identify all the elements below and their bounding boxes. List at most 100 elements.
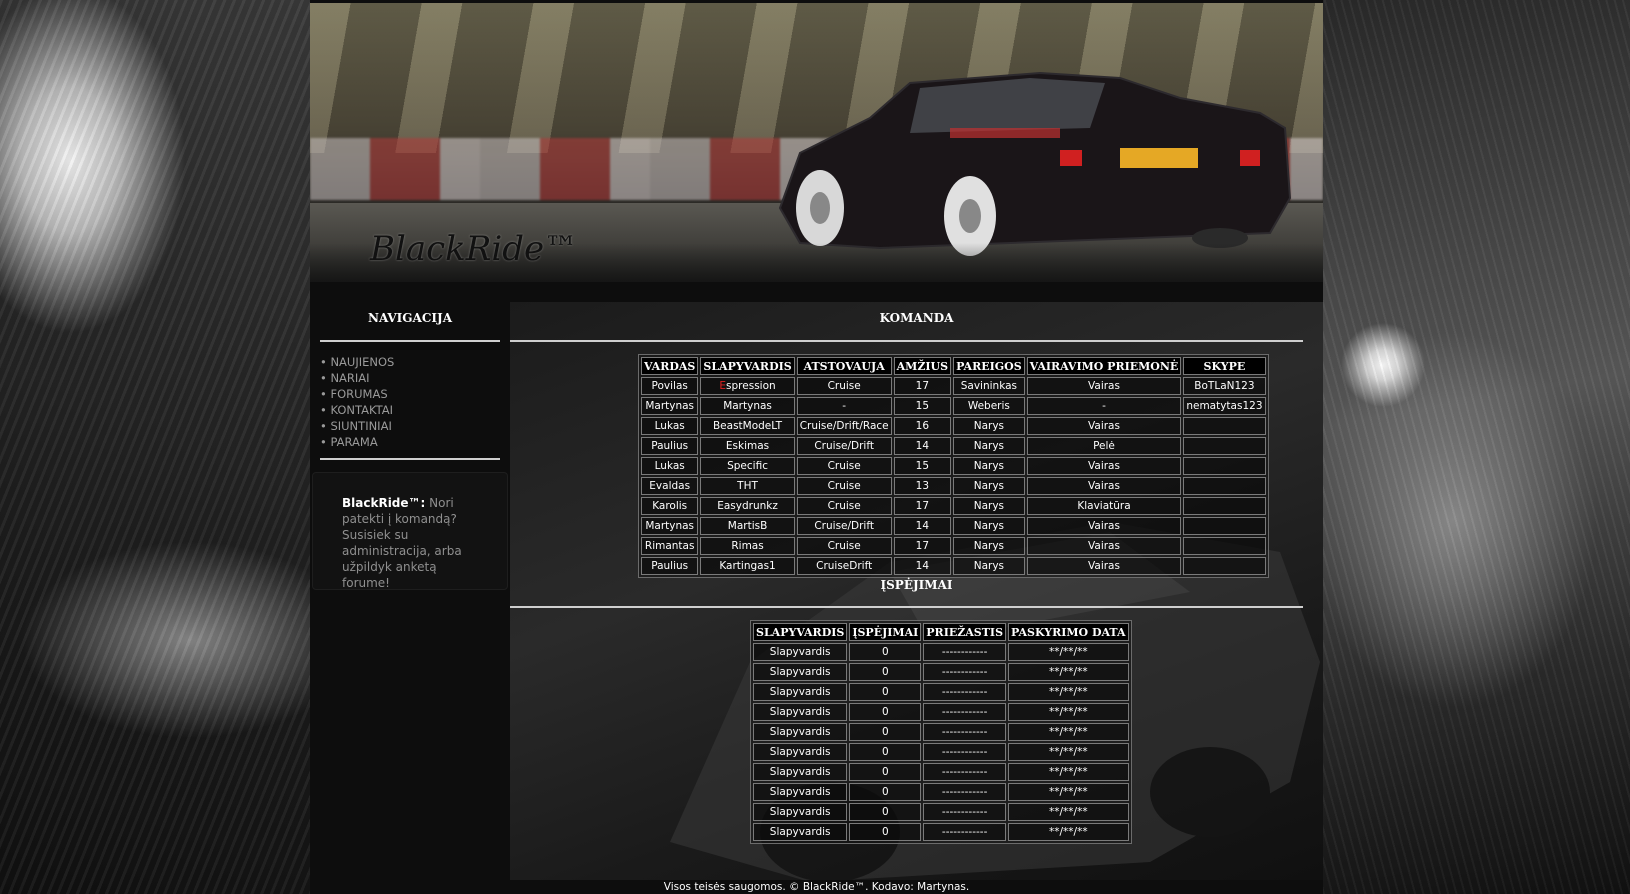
team-cell <box>1183 457 1266 475</box>
warning-cell: 0 <box>849 763 922 781</box>
warning-cell: 0 <box>849 783 922 801</box>
warnings-table-header: SLAPYVARDIS ĮSPĖJIMAI PRIEŽASTIS PASKYRIMO … <box>753 623 1129 641</box>
team-cell: Cruise <box>796 537 892 555</box>
warning-row: Slapyvardis 0 ------------ **/**/** <box>753 803 1129 821</box>
team-header-cell: ATSTOVAUJA <box>796 357 892 375</box>
sidebar: NAVIGACIJA • NAUJIENOS • NARIAI • FORUMAS •… <box>310 302 510 590</box>
team-cell: Narys <box>953 437 1025 455</box>
team-cell: Pelė <box>1026 437 1182 455</box>
team-cell: Vairas <box>1026 457 1182 475</box>
warning-header-cell: ĮSPĖJIMAI <box>849 623 922 641</box>
nav-item-label[interactable]: KONTAKTAI <box>330 403 393 417</box>
team-header-cell: SKYPE <box>1183 357 1266 375</box>
team-cell: 14 <box>893 557 952 575</box>
warning-row: Slapyvardis 0 ------------ **/**/** <box>753 823 1129 841</box>
join-info-box: BlackRide™: Nori patekti į komandą? Susi… <box>312 472 508 590</box>
warning-cell: **/**/** <box>1008 783 1129 801</box>
team-cell: 15 <box>893 397 952 415</box>
nav-item-label[interactable]: NARIAI <box>330 371 369 385</box>
warning-cell: ------------ <box>923 743 1007 761</box>
nav-item-label[interactable]: PARAMA <box>330 435 377 449</box>
nav-item-forumas[interactable]: • FORUMAS <box>320 386 510 402</box>
team-cell: Klaviatūra <box>1026 497 1182 515</box>
team-cell: CruiseDrift <box>796 557 892 575</box>
nav-title: NAVIGACIJA <box>367 311 453 325</box>
team-cell: Narys <box>953 477 1025 495</box>
nav-item-nariai[interactable]: • NARIAI <box>320 370 510 386</box>
nav-bullet-icon: • <box>320 435 327 449</box>
site-logo[interactable]: BlackRide™ <box>370 229 578 269</box>
warning-cell: 0 <box>849 663 922 681</box>
warning-cell: Slapyvardis <box>753 703 848 721</box>
team-cell: Lukas <box>641 417 699 435</box>
team-cell <box>1183 517 1266 535</box>
team-cell: Povilas <box>641 377 699 395</box>
nav-item-kontaktai[interactable]: • KONTAKTAI <box>320 402 510 418</box>
header-banner: BlackRide™ <box>310 3 1323 282</box>
team-cell: Narys <box>953 517 1025 535</box>
nav-item-parama[interactable]: • PARAMA <box>320 434 510 450</box>
team-cell: BoTLaN123 <box>1183 377 1266 395</box>
team-cell: Cruise <box>796 457 892 475</box>
background-right <box>1323 0 1630 894</box>
warning-header-cell: PRIEŽASTIS <box>923 623 1007 641</box>
nav-item-siuntiniai[interactable]: • SIUNTINIAI <box>320 418 510 434</box>
team-cell: Martynas <box>641 517 699 535</box>
warning-cell: ------------ <box>923 723 1007 741</box>
nav-bullet-icon: • <box>320 371 327 385</box>
team-cell: Narys <box>953 457 1025 475</box>
warnings-divider <box>510 606 1303 608</box>
team-row: Rimantas Rimas Cruise 17 Narys Vairas <box>641 537 1266 555</box>
warning-cell: Slapyvardis <box>753 783 848 801</box>
team-cell: Cruise <box>796 377 892 395</box>
warning-cell: **/**/** <box>1008 643 1129 661</box>
warning-cell: **/**/** <box>1008 823 1129 841</box>
team-cell: Vairas <box>1026 537 1182 555</box>
warning-cell: ------------ <box>923 663 1007 681</box>
team-row: Povilas Espression Cruise 17 Savininkas Vaira… <box>641 377 1266 395</box>
team-header-cell: VAIRAVIMO PRIEMONĖ <box>1026 357 1182 375</box>
warning-cell: Slapyvardis <box>753 723 848 741</box>
warning-cell: ------------ <box>923 783 1007 801</box>
info-text: Nori patekti į komandą? Susisiek su admi… <box>342 496 462 590</box>
banner-car-image <box>778 71 1292 256</box>
team-row: Paulius Kartingas1 CruiseDrift 14 Narys Vaira… <box>641 557 1266 575</box>
warning-cell: **/**/** <box>1008 703 1129 721</box>
team-cell: 14 <box>893 517 952 535</box>
team-cell: Vairas <box>1026 517 1182 535</box>
team-cell: - <box>796 397 892 415</box>
team-cell <box>1183 417 1266 435</box>
team-cell: Lukas <box>641 457 699 475</box>
warning-cell: Slapyvardis <box>753 643 848 661</box>
footer: Visos teisės saugomos. © BlackRide™. Kod… <box>663 881 970 893</box>
team-cell: Martynas <box>641 397 699 415</box>
team-cell: Evaldas <box>641 477 699 495</box>
nav-item-label[interactable]: FORUMAS <box>330 387 387 401</box>
warning-row: Slapyvardis 0 ------------ **/**/** <box>753 723 1129 741</box>
nav-item-label[interactable]: NAUJIENOS <box>330 355 394 369</box>
warning-cell: 0 <box>849 723 922 741</box>
team-cell: Cruise <box>796 477 892 495</box>
team-table-header: VARDAS SLAPYVARDIS ATSTOVAUJA AMŽIUS PAREIGO… <box>641 357 1266 375</box>
team-cell <box>1183 537 1266 555</box>
nav-bullet-icon: • <box>320 387 327 401</box>
warning-row: Slapyvardis 0 ------------ **/**/** <box>753 683 1129 701</box>
team-row: Martynas Martynas -15 Weberis - nematytas123 <box>641 397 1266 415</box>
team-cell: 13 <box>893 477 952 495</box>
warning-cell: 0 <box>849 683 922 701</box>
warning-cell: ------------ <box>923 703 1007 721</box>
nav-item-label[interactable]: SIUNTINIAI <box>330 419 391 433</box>
team-cell: MartisB <box>700 517 795 535</box>
main-content: KOMANDA VARDAS SLAPYVARDIS ATSTOVAUJA AMŽIU… <box>510 302 1323 880</box>
team-cell <box>1183 497 1266 515</box>
team-cell: 15 <box>893 457 952 475</box>
nav-bullet-icon: • <box>320 419 327 433</box>
warning-cell: 0 <box>849 823 922 841</box>
team-row: Lukas BeastModeLT Cruise/Drift/Race 16 Narys… <box>641 417 1266 435</box>
team-cell: Vairas <box>1026 377 1182 395</box>
warning-header-cell: PASKYRIMO DATA <box>1008 623 1129 641</box>
team-header-cell: SLAPYVARDIS <box>700 357 795 375</box>
team-cell: Specific <box>700 457 795 475</box>
warning-cell: **/**/** <box>1008 763 1129 781</box>
nav-item-naujienos[interactable]: • NAUJIENOS <box>320 354 510 370</box>
